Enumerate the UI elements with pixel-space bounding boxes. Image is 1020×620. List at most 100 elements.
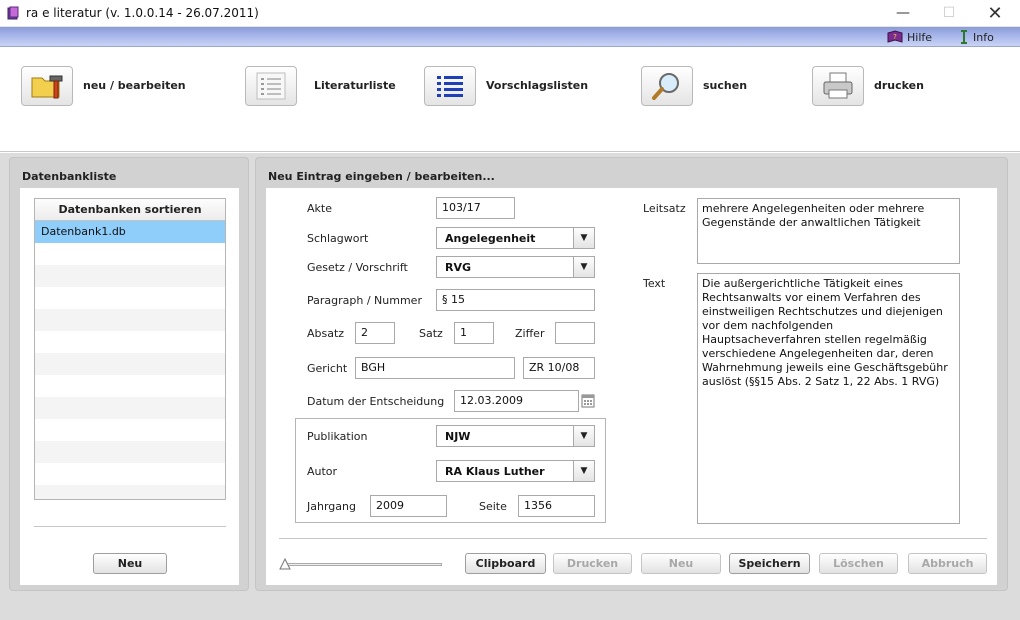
- leitsatz-label: Leitsatz: [643, 202, 686, 215]
- delete-button[interactable]: Löschen: [819, 553, 898, 574]
- menu-info[interactable]: Info: [958, 29, 994, 45]
- database-panel-body: Datenbanken sortieren Datenbank1.db Neu: [20, 188, 239, 585]
- empty-row: [35, 353, 225, 375]
- empty-row: [35, 375, 225, 397]
- autor-select[interactable]: RA Klaus Luther ▼: [436, 460, 595, 482]
- seite-label: Seite: [479, 500, 507, 513]
- akte-label: Akte: [307, 202, 332, 215]
- entry-panel-body: Akte 103/17 Schlagwort Angelegenheit ▼ G…: [266, 188, 997, 585]
- publikation-select[interactable]: NJW ▼: [436, 425, 595, 447]
- empty-row: [35, 441, 225, 463]
- print-entry-button[interactable]: Drucken: [553, 553, 632, 574]
- menu-hilfe-label: Hilfe: [907, 30, 933, 44]
- save-button[interactable]: Speichern: [729, 553, 810, 574]
- seite-input[interactable]: 1356: [518, 495, 595, 517]
- akte-input[interactable]: 103/17: [436, 197, 515, 219]
- main-area: Datenbankliste Datenbanken sortieren Dat…: [0, 153, 1020, 620]
- gesetz-label: Gesetz / Vorschrift: [307, 261, 408, 274]
- absatz-label: Absatz: [307, 327, 345, 340]
- database-panel-title: Datenbankliste: [22, 170, 117, 183]
- menu-hilfe[interactable]: ? Hilfe: [886, 29, 932, 45]
- text-label: Text: [643, 277, 666, 290]
- search-button[interactable]: [641, 66, 693, 106]
- empty-row: [35, 265, 225, 287]
- cancel-button[interactable]: Abbruch: [908, 553, 987, 574]
- schlagwort-label: Schlagwort: [307, 232, 369, 245]
- datum-input[interactable]: 12.03.2009: [454, 390, 579, 412]
- schlagwort-value: Angelegenheit: [445, 232, 536, 245]
- empty-row: [35, 397, 225, 419]
- aktenzeichen-input[interactable]: ZR 10/08: [523, 357, 595, 379]
- datum-label: Datum der Entscheidung: [307, 395, 445, 408]
- suggestion-lists-label[interactable]: Vorschlagslisten: [486, 79, 588, 92]
- satz-input[interactable]: 1: [454, 322, 494, 344]
- empty-row: [35, 309, 225, 331]
- list-icon: [256, 72, 286, 100]
- literature-list-button[interactable]: [245, 66, 297, 106]
- autor-label: Autor: [307, 465, 338, 478]
- clipboard-button[interactable]: Clipboard: [465, 553, 546, 574]
- print-label[interactable]: drucken: [874, 79, 924, 92]
- divider: [279, 538, 987, 539]
- gesetz-value: RVG: [445, 261, 472, 274]
- ziffer-label: Ziffer: [515, 327, 545, 340]
- toolbar: neu / bearbeiten Literaturliste Vorschla…: [0, 48, 1020, 152]
- maximize-button[interactable]: ☐: [926, 0, 972, 27]
- paragraph-input[interactable]: § 15: [436, 289, 595, 311]
- empty-row: [35, 243, 225, 265]
- search-label[interactable]: suchen: [703, 79, 747, 92]
- entry-panel: Neu Eintrag eingeben / bearbeiten... Akt…: [256, 158, 1007, 590]
- app-icon: [7, 6, 19, 20]
- window-title: ra e literatur (v. 1.0.0.14 - 26.07.2011…: [26, 6, 259, 20]
- close-button[interactable]: ✕: [972, 0, 1018, 27]
- chevron-down-icon[interactable]: ▼: [573, 257, 594, 277]
- empty-row: [35, 419, 225, 441]
- absatz-input[interactable]: 2: [355, 322, 395, 344]
- autor-value: RA Klaus Luther: [445, 465, 545, 478]
- info-cursor-icon: [961, 30, 967, 44]
- gericht-input[interactable]: BGH: [355, 357, 515, 379]
- folder-hammer-icon: [31, 75, 63, 99]
- slider-thumb[interactable]: [279, 558, 291, 570]
- publikation-label: Publikation: [307, 430, 368, 443]
- database-list-header[interactable]: Datenbanken sortieren: [35, 199, 225, 221]
- minimize-button[interactable]: —: [880, 0, 926, 27]
- publikation-value: NJW: [445, 430, 471, 443]
- schlagwort-select[interactable]: Angelegenheit ▼: [436, 227, 595, 249]
- chevron-down-icon[interactable]: ▼: [573, 426, 594, 446]
- new-database-button[interactable]: Neu: [93, 553, 167, 574]
- database-panel: Datenbankliste Datenbanken sortieren Dat…: [10, 158, 248, 590]
- help-book-icon: ?: [887, 30, 903, 43]
- chevron-down-icon[interactable]: ▼: [573, 461, 594, 481]
- new-edit-button[interactable]: [21, 66, 73, 106]
- new-entry-button[interactable]: Neu: [641, 553, 721, 574]
- printer-icon: [823, 72, 853, 99]
- bullet-list-icon: [437, 76, 463, 97]
- leitsatz-textarea[interactable]: mehrere Angelegenheiten oder mehrere Geg…: [697, 198, 960, 264]
- new-edit-label[interactable]: neu / bearbeiten: [83, 79, 186, 92]
- text-textarea[interactable]: Die außergerichtliche Tätigkeit eines Re…: [697, 273, 960, 524]
- gesetz-select[interactable]: RVG ▼: [436, 256, 595, 278]
- suggestion-lists-button[interactable]: [424, 66, 476, 106]
- literature-list-label[interactable]: Literaturliste: [314, 79, 396, 92]
- entry-panel-title: Neu Eintrag eingeben / bearbeiten...: [268, 170, 495, 183]
- slider-track: [284, 563, 442, 566]
- chevron-down-icon[interactable]: ▼: [573, 228, 594, 248]
- slider[interactable]: [279, 558, 442, 570]
- empty-row: [35, 485, 225, 499]
- satz-label: Satz: [419, 327, 443, 340]
- jahrgang-input[interactable]: 2009: [370, 495, 447, 517]
- paragraph-label: Paragraph / Nummer: [307, 294, 422, 307]
- menu-bar: ? Hilfe Info: [0, 27, 1020, 47]
- jahrgang-label: Jahrgang: [307, 500, 356, 513]
- divider: [34, 526, 226, 527]
- calendar-icon[interactable]: [581, 394, 595, 408]
- database-list-item[interactable]: Datenbank1.db: [35, 221, 225, 243]
- menu-info-label: Info: [973, 30, 994, 44]
- ziffer-input[interactable]: [555, 322, 595, 344]
- database-list[interactable]: Datenbanken sortieren Datenbank1.db: [34, 198, 226, 500]
- print-button[interactable]: [812, 66, 864, 106]
- empty-row: [35, 463, 225, 485]
- empty-row: [35, 331, 225, 353]
- svg-text:?: ?: [893, 33, 897, 41]
